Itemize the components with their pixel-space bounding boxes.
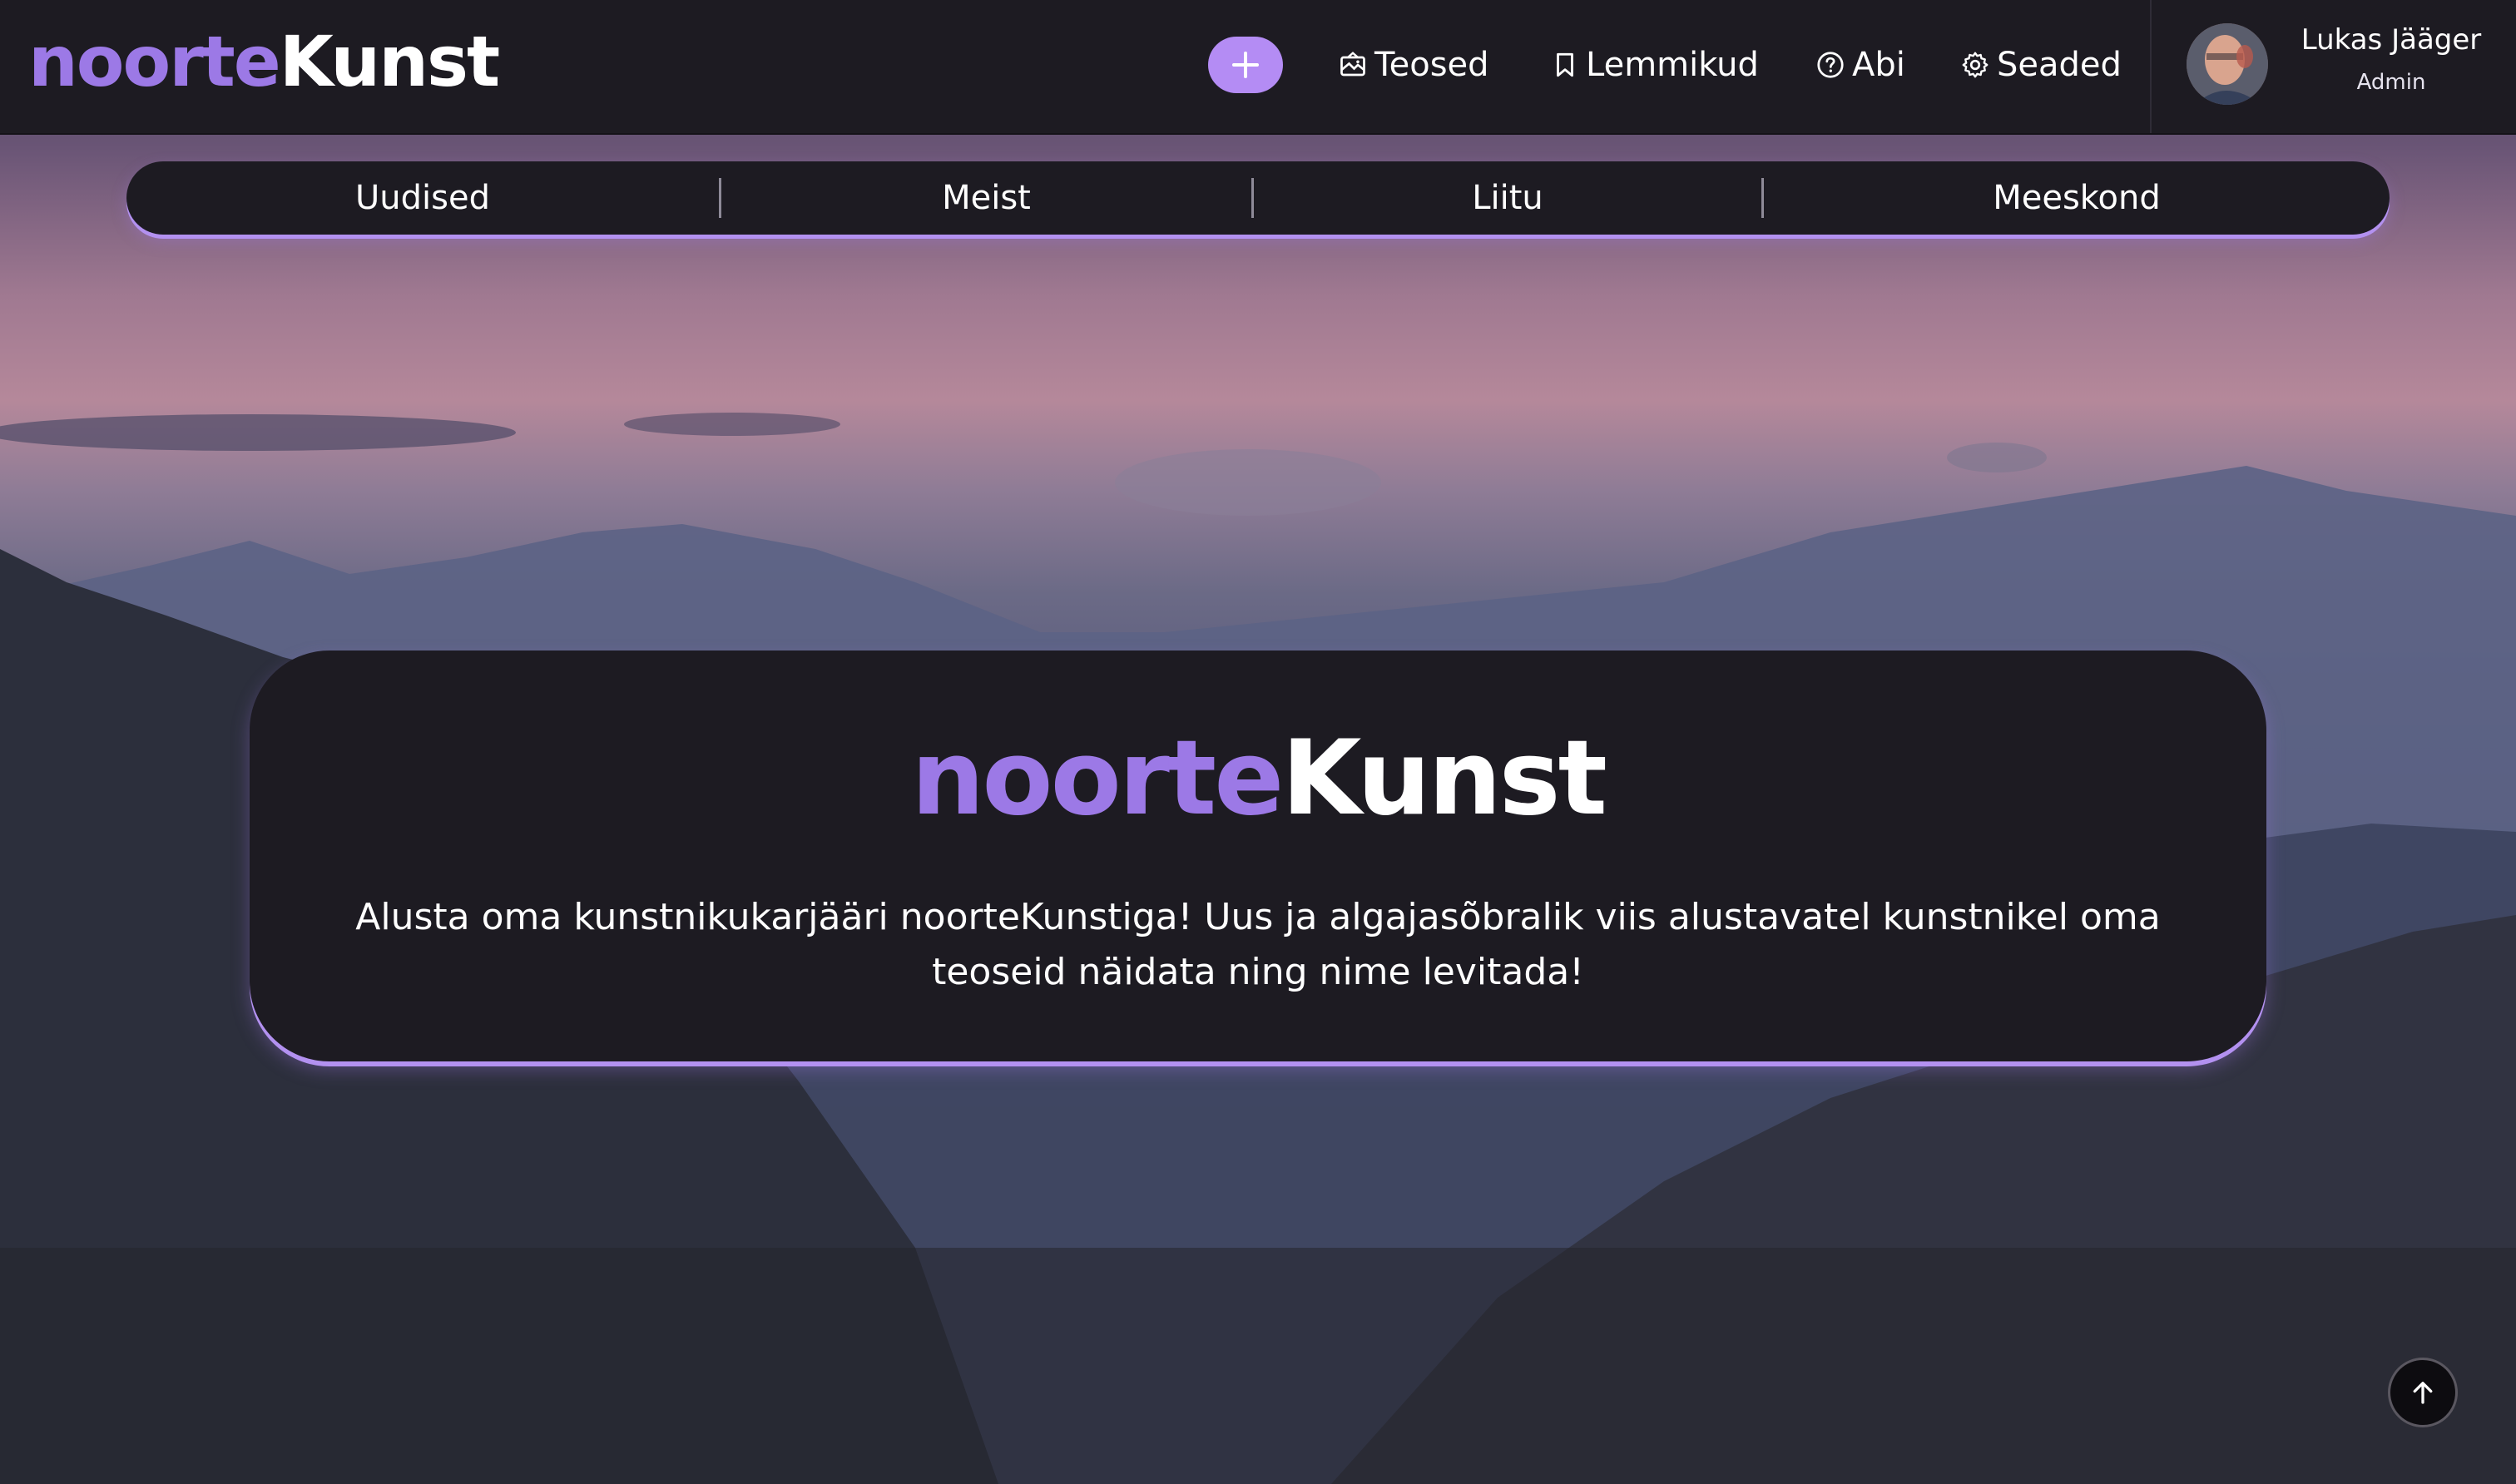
hero-logo-noorte: noorte bbox=[911, 719, 1284, 838]
gear-icon bbox=[1962, 52, 1989, 78]
page: noorteKunst Teosed Lemmikud Abi Seaded L… bbox=[0, 0, 2516, 1484]
user-name: Lukas Jääger bbox=[2301, 23, 2482, 57]
nav-item-seaded-label: Seaded bbox=[1997, 46, 2122, 84]
add-artwork-button[interactable] bbox=[1208, 37, 1283, 93]
nav-item-abi-label: Abi bbox=[1852, 46, 1905, 84]
hero-logo: noorteKunst bbox=[250, 720, 2266, 837]
tab-liitu[interactable]: Liitu bbox=[1254, 161, 1761, 235]
nav-item-abi[interactable]: Abi bbox=[1815, 33, 1905, 96]
nav-item-lemmikud-label: Lemmikud bbox=[1586, 46, 1759, 84]
nav-item-teosed[interactable]: Teosed bbox=[1338, 33, 1489, 96]
nav-divider bbox=[2150, 0, 2152, 133]
scroll-to-top-button[interactable] bbox=[2388, 1358, 2458, 1427]
user-photo bbox=[2187, 23, 2268, 105]
hero-logo-kunst: Kunst bbox=[1281, 719, 1607, 838]
top-navigation-bar: noorteKunst Teosed Lemmikud Abi Seaded L… bbox=[0, 0, 2516, 135]
arrow-up-icon bbox=[2413, 1382, 2433, 1404]
user-role: Admin bbox=[2356, 70, 2426, 95]
hero-description: Alusta oma kunstnikukarjääri noorteKunst… bbox=[355, 896, 2161, 993]
nav-item-teosed-label: Teosed bbox=[1374, 46, 1489, 84]
tab-meeskond[interactable]: Meeskond bbox=[1764, 161, 2390, 235]
secondary-tab-bar: Uudised Meist Liitu Meeskond bbox=[126, 161, 2390, 235]
avatar[interactable] bbox=[2187, 23, 2268, 105]
hero-card: noorteKunst Alusta oma kunstnikukarjääri… bbox=[250, 650, 2266, 1061]
nav-item-lemmikud[interactable]: Lemmikud bbox=[1551, 33, 1759, 96]
tab-uudised[interactable]: Uudised bbox=[126, 161, 719, 235]
image-icon bbox=[1340, 52, 1365, 77]
tab-meist[interactable]: Meist bbox=[721, 161, 1251, 235]
logo-text-noorte: noorte bbox=[28, 21, 281, 102]
plus-icon bbox=[1232, 52, 1259, 78]
logo-text-kunst: Kunst bbox=[279, 21, 500, 102]
bookmark-icon bbox=[1557, 52, 1573, 77]
help-icon bbox=[1817, 52, 1844, 78]
nav-item-seaded[interactable]: Seaded bbox=[1960, 33, 2122, 96]
site-logo[interactable]: noorteKunst bbox=[28, 21, 500, 102]
